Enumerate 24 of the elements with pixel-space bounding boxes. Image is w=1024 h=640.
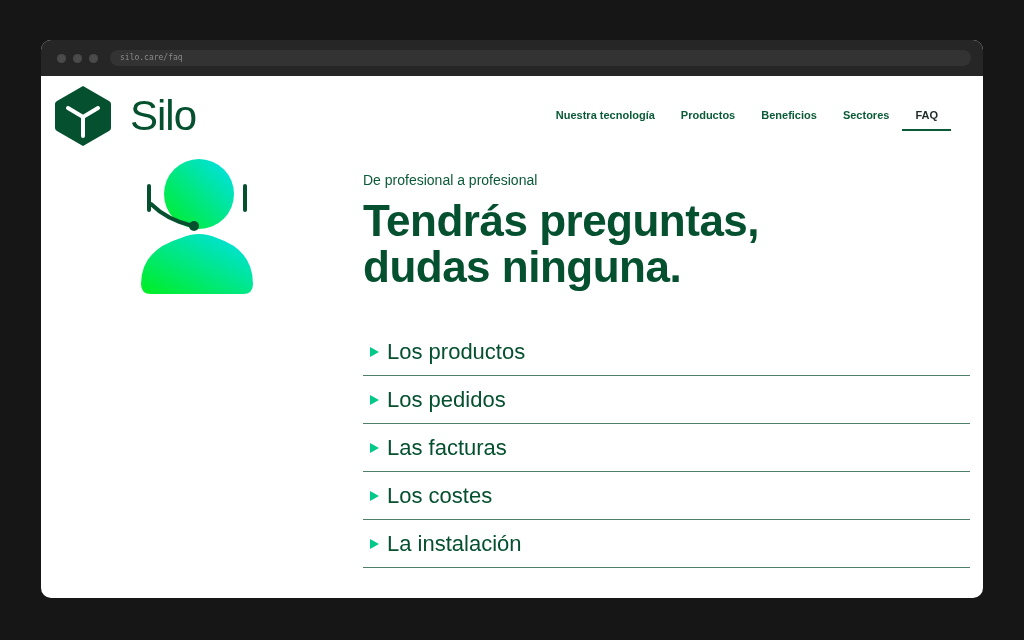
faq-label: Las facturas <box>387 434 507 461</box>
nav-link[interactable]: FAQ <box>902 101 951 131</box>
faq-item[interactable]: Los pedidos <box>363 376 970 424</box>
faq-item[interactable]: Los costes <box>363 472 970 520</box>
cube-logo-icon <box>54 84 112 148</box>
nav-link[interactable]: Nuestra tecnología <box>542 101 668 131</box>
faq-item[interactable]: Las facturas <box>363 424 970 472</box>
faq-label: La instalación <box>387 530 522 557</box>
support-agent-icon <box>139 158 255 296</box>
nav-link[interactable]: Productos <box>667 101 749 131</box>
nav-link[interactable]: Beneficios <box>748 101 830 131</box>
faq-label: Los productos <box>387 338 526 365</box>
window-dot[interactable] <box>89 53 98 63</box>
faq-label: Los pedidos <box>387 386 506 413</box>
window-dot[interactable] <box>57 53 66 63</box>
faq-item[interactable]: La instalación <box>363 520 970 568</box>
eyebrow-text: De profesional a profesional <box>363 172 539 188</box>
nav-link[interactable]: Sectores <box>829 101 903 131</box>
faq-label: Los costes <box>387 482 493 509</box>
window-dot[interactable] <box>73 53 82 63</box>
address-bar[interactable]: silo.care/faq <box>110 50 971 66</box>
logo-text[interactable]: Silo <box>130 92 197 140</box>
faq-item[interactable]: Los productos <box>363 328 970 376</box>
page-heading: Tendrás preguntas, dudas ninguna. <box>363 198 761 290</box>
